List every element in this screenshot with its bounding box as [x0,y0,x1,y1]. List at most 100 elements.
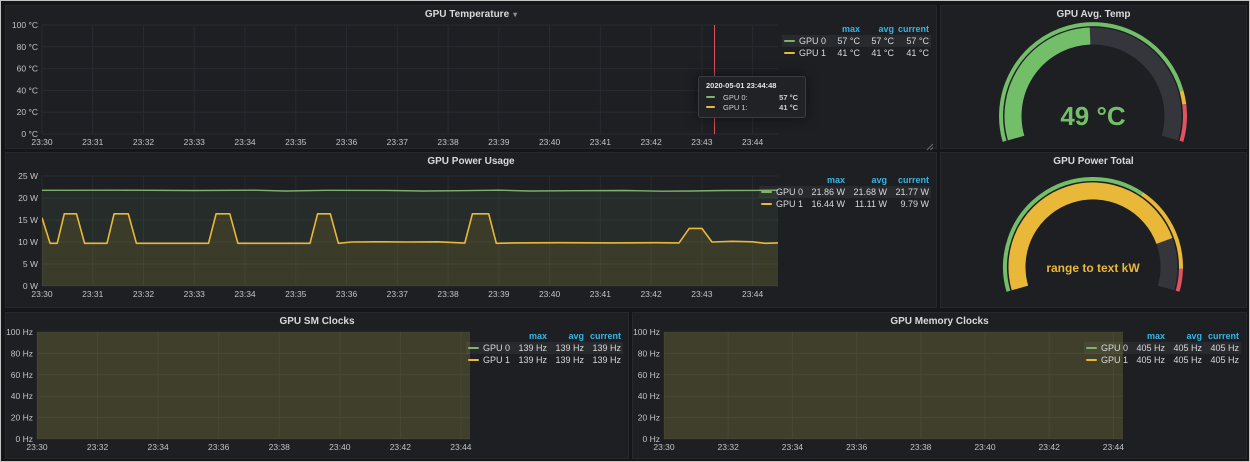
y-axis-tick-label: 100 Hz [633,327,660,337]
legend-value: 57 °C [862,35,896,47]
legend-row: GPU 116.44 W11.11 W9.79 W [759,198,931,210]
legend-value: 139 Hz [512,354,549,366]
legend-row: GPU 057 °C57 °C57 °C [782,35,931,47]
legend-series-name[interactable]: GPU 0 [466,342,512,354]
panel-title-gpu-temperature[interactable]: GPU Temperature▾ [6,9,936,20]
x-axis-tick-label: 23:42 [390,442,412,452]
legend-row: GPU 0405 Hz405 Hz405 Hz [1084,342,1241,354]
x-axis-tick-label: 23:40 [974,442,996,452]
panel-title-gpu-sm-clocks[interactable]: GPU SM Clocks [6,316,628,327]
panel-title-text: GPU Avg. Temp [1056,9,1130,20]
y-axis-tick-label: 60 Hz [11,370,33,380]
legend-header: current [889,174,931,186]
series-color-dash-icon [761,203,772,205]
x-axis-tick-label: 23:39 [488,289,510,299]
panel-gpu-power-total: GPU Power Total range to text kW [940,152,1247,308]
x-axis-tick-label: 23:41 [590,137,612,147]
y-axis-tick-label: 20 Hz [638,413,660,423]
legend: maxavgcurrentGPU 057 °C57 °C57 °CGPU 141… [782,23,931,59]
legend-value: 9.79 W [889,198,931,210]
tooltip-series-name: GPU 1: [723,103,748,112]
panel-title-gpu-power-total[interactable]: GPU Power Total [941,156,1246,167]
x-axis-tick-label: 23:34 [234,137,256,147]
y-axis-tick-label: 80 Hz [11,348,33,358]
y-axis-tick-label: 60 Hz [638,370,660,380]
x-axis-tick-label: 23:39 [488,137,510,147]
tooltip-series-value: 41 °C [779,103,798,112]
y-axis-tick-label: 10 W [18,237,38,247]
legend-value: 41 °C [896,47,931,59]
gauge-value-text: range to text kW [1046,261,1140,275]
legend-row: GPU 1139 Hz139 Hz139 Hz [466,354,623,366]
x-axis-tick-label: 23:40 [539,289,561,299]
legend-value: 16.44 W [805,198,847,210]
legend: maxavgcurrentGPU 021.86 W21.68 W21.77 WG… [759,174,931,210]
y-axis-tick-label: 20 °C [17,107,38,117]
legend-series-name[interactable]: GPU 0 [782,35,828,47]
legend-series-name[interactable]: GPU 0 [759,186,805,198]
tooltip-series-row: GPU 1: 41 °C [706,103,798,112]
x-axis-tick-label: 23:40 [539,137,561,147]
caret-down-icon: ▾ [513,10,517,19]
legend-value: 41 °C [862,47,896,59]
panel-title-text: GPU Power Usage [427,156,514,167]
legend-series-name[interactable]: GPU 1 [782,47,828,59]
panel-title-gpu-avg-temp[interactable]: GPU Avg. Temp [941,9,1246,20]
series-color-dash-icon [784,52,795,54]
series-color-dash-icon [1086,347,1097,349]
legend-row: GPU 021.86 W21.68 W21.77 W [759,186,931,198]
y-axis-tick-label: 80 °C [17,42,38,52]
x-axis-tick-label: 23:38 [269,442,291,452]
tooltip-timestamp: 2020-05-01 23:44:48 [706,81,798,90]
x-axis-tick-label: 23:40 [329,442,351,452]
panel-title-gpu-memory-clocks[interactable]: GPU Memory Clocks [633,316,1246,327]
legend-series-name[interactable]: GPU 1 [466,354,512,366]
x-axis-tick-label: 23:44 [742,289,764,299]
legend-header: avg [549,330,586,342]
legend-series-name[interactable]: GPU 1 [759,198,805,210]
panel-gpu-temperature: GPU Temperature▾ 0 °C20 °C40 °C60 °C80 °… [5,5,937,149]
y-axis-tick-label: 25 W [18,171,38,181]
series-color-dash-icon [1086,359,1097,361]
legend-value: 57 °C [896,35,931,47]
x-axis-tick-label: 23:36 [336,289,358,299]
legend: maxavgcurrentGPU 0139 Hz139 Hz139 HzGPU … [466,330,623,366]
y-axis-tick-label: 5 W [23,259,38,269]
panel-title-gpu-power-usage[interactable]: GPU Power Usage [6,156,936,167]
legend-header: max [1130,330,1167,342]
legend-value: 405 Hz [1204,342,1241,354]
legend-value: 405 Hz [1167,342,1204,354]
x-axis-tick-label: 23:33 [184,137,206,147]
legend-value: 41 °C [828,47,862,59]
series-color-dash-icon [784,40,795,42]
x-axis-tick-label: 23:36 [208,442,230,452]
y-axis-tick-label: 20 W [18,193,38,203]
panel-gpu-avg-temp: GPU Avg. Temp 49 °C [940,5,1247,149]
legend-series-name[interactable]: GPU 1 [1084,354,1130,366]
panel-resize-handle[interactable] [926,138,934,146]
legend-header: current [896,23,931,35]
tooltip-series-value: 57 °C [779,93,798,102]
legend-header: current [1204,330,1241,342]
legend-value: 11.11 W [847,198,889,210]
y-axis-tick-label: 100 Hz [6,327,33,337]
x-axis-tick-label: 23:32 [87,442,109,452]
x-axis-tick-label: 23:42 [640,289,662,299]
panel-title-text: GPU Memory Clocks [890,316,988,327]
x-axis-tick-label: 23:42 [1039,442,1061,452]
y-axis-tick-label: 40 Hz [638,391,660,401]
gpu-power-total-gauge: range to text kW [941,153,1248,309]
x-axis-tick-label: 23:34 [147,442,169,452]
panel-title-text: GPU Power Total [1053,156,1133,167]
legend-header: avg [1167,330,1204,342]
x-axis-tick-label: 23:32 [718,442,740,452]
legend-value: 57 °C [828,35,862,47]
x-axis-tick-label: 23:43 [691,137,713,147]
x-axis-tick-label: 23:41 [590,289,612,299]
y-axis-tick-label: 60 °C [17,64,38,74]
legend-header: current [586,330,623,342]
y-axis-tick-label: 80 Hz [638,348,660,358]
tooltip-series-name: GPU 0: [723,93,748,102]
series-color-dash-icon [468,359,479,361]
legend-series-name[interactable]: GPU 0 [1084,342,1130,354]
